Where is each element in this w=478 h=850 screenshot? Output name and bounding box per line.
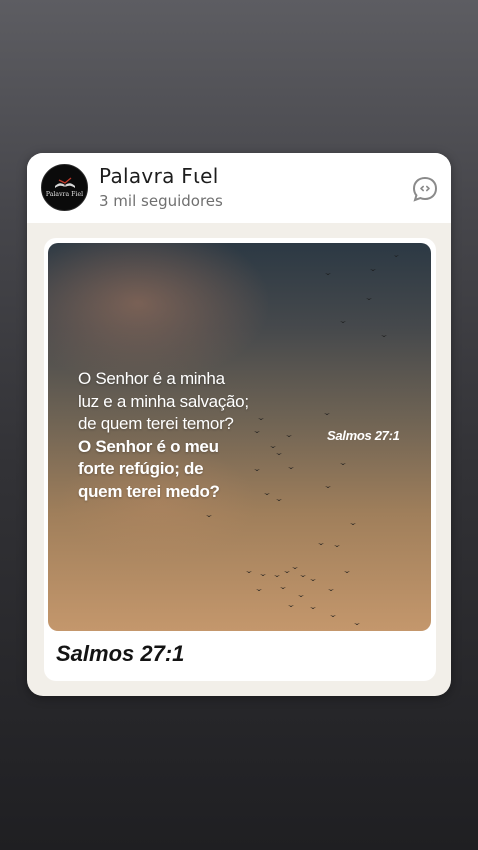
channel-avatar[interactable]: Palavra Fiel (41, 164, 88, 211)
chat-bubble-icon[interactable] (411, 175, 439, 203)
verse-text: O Senhor é a minha luz e a minha salvaçã… (78, 368, 308, 503)
image-verse-reference: Salmos 27:1 (327, 428, 400, 443)
verse-line-bold: forte refúgio; de (78, 459, 204, 478)
post-caption: Salmos 27:1 (56, 641, 185, 666)
channel-name[interactable]: Palavra Fιel (99, 164, 219, 188)
verse-line-bold: quem terei medo? (78, 481, 220, 501)
follower-count: 3 mil seguidores (99, 192, 223, 210)
verse-line: luz e a minha salvação; (78, 391, 249, 411)
book-logo-icon (54, 177, 75, 188)
channel-header[interactable]: Palavra Fiel Palavra Fιel 3 mil seguidor… (27, 153, 451, 223)
verse-line: O Senhor é a minha (78, 369, 225, 388)
channel-post-card: Palavra Fiel Palavra Fιel 3 mil seguidor… (27, 153, 451, 696)
verse-line: de quem terei temor? (78, 414, 234, 433)
avatar-label: Palavra Fiel (45, 191, 84, 198)
post-image[interactable]: O Senhor é a minha luz e a minha salvaçã… (48, 243, 431, 631)
verse-line-bold: O Senhor é o meu (78, 436, 219, 456)
